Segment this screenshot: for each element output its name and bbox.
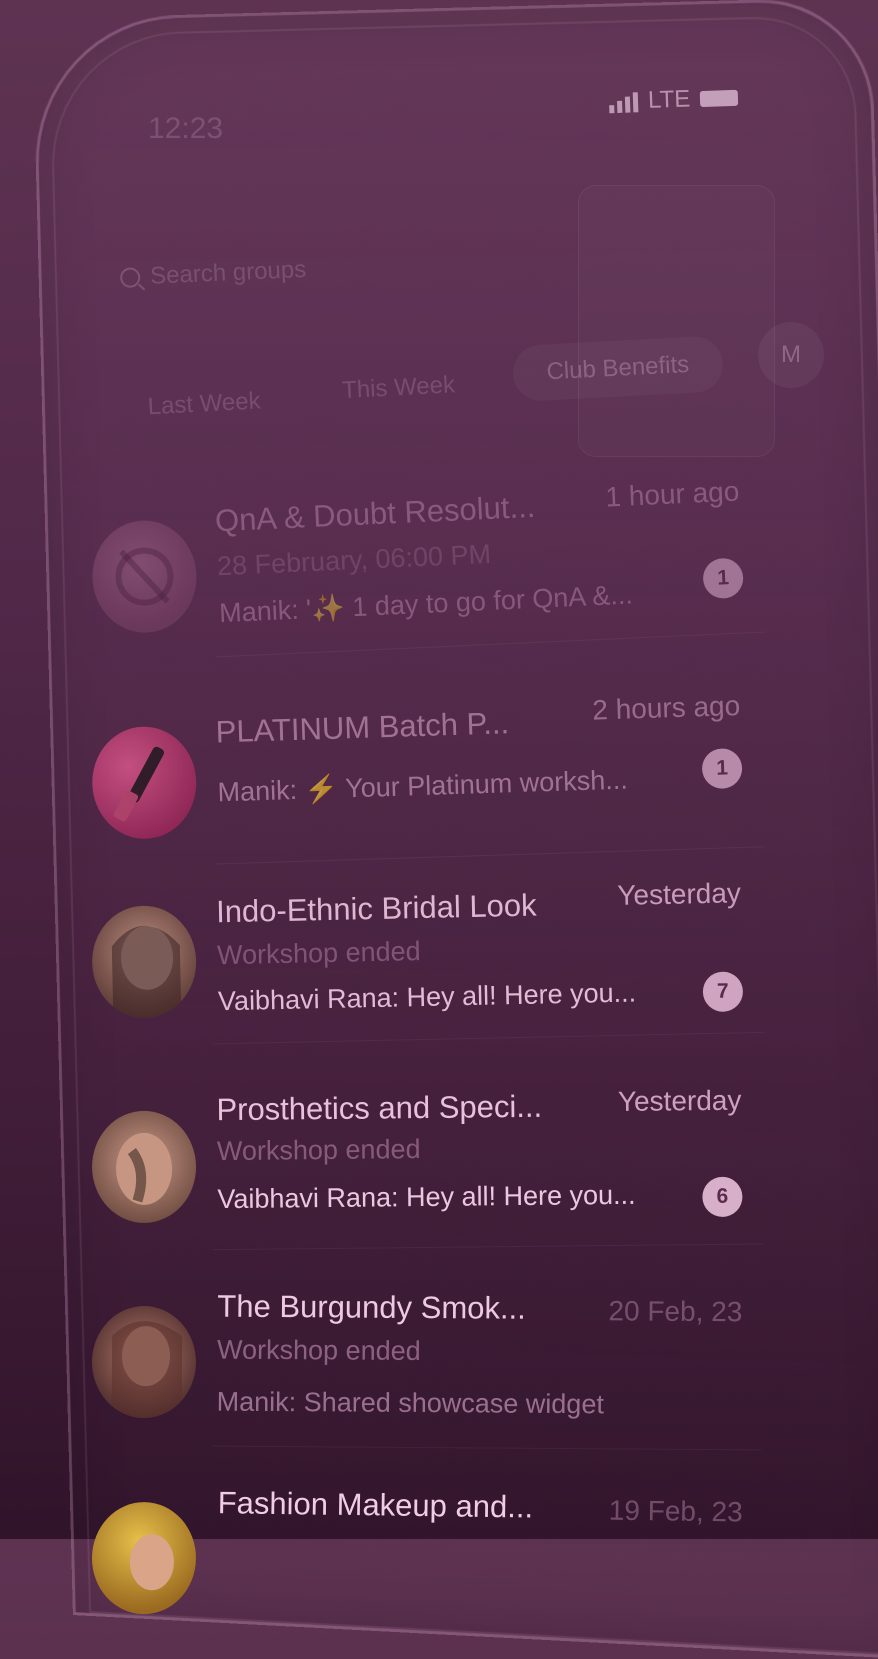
search-placeholder: Search groups — [149, 255, 307, 290]
makeup-brush-icon — [113, 746, 165, 822]
group-avatar — [91, 1501, 197, 1615]
chat-title: PLATINUM Batch P... — [215, 705, 510, 750]
chat-last-message: Vaibhavi Rana: Hey all! Here you... — [217, 1179, 636, 1215]
chat-time: Yesterday — [617, 877, 742, 911]
group-avatar — [90, 725, 198, 841]
tab-this-week[interactable]: This Week — [312, 356, 485, 421]
group-avatar — [90, 904, 198, 1019]
chat-last-message: Manik: '✨ 1 day to go for QnA &... — [218, 579, 634, 629]
chat-row[interactable]: The Burgundy Smok... 20 Feb, 23 Workshop… — [91, 1288, 753, 1433]
chat-title: Fashion Makeup and... — [217, 1485, 534, 1525]
chat-title: Indo-Ethnic Bridal Look — [215, 887, 537, 930]
chat-last-message: Vaibhavi Rana: Hey all! Here you... — [217, 977, 637, 1017]
chat-row[interactable]: QnA & Doubt Resolut... 1 hour ago 28 Feb… — [89, 475, 755, 645]
chat-time: Yesterday — [617, 1084, 742, 1117]
chat-row[interactable]: PLATINUM Batch P... 2 hours ago Manik: ⚡… — [90, 690, 754, 851]
chat-row[interactable]: Indo-Ethnic Bridal Look Yesterday Worksh… — [90, 875, 754, 1029]
bride-photo-icon — [111, 925, 182, 1019]
chat-time: 20 Feb, 23 — [608, 1295, 743, 1328]
profile-avatar[interactable]: M — [758, 322, 824, 388]
chat-time: 19 Feb, 23 — [608, 1494, 743, 1528]
group-avatar — [91, 1110, 197, 1224]
search-icon — [119, 267, 141, 289]
status-time: 12:23 — [148, 112, 224, 145]
chat-subtitle: 28 February, 06:00 PM — [216, 538, 492, 582]
chat-title: QnA & Doubt Resolut... — [214, 488, 536, 539]
prosthetics-photo-icon — [116, 1132, 173, 1205]
unread-badge: 6 — [702, 1176, 743, 1218]
unread-badge: 1 — [702, 557, 745, 600]
chat-time: 2 hours ago — [591, 689, 741, 726]
scissors-logo-icon — [115, 547, 174, 606]
chat-title: The Burgundy Smok... — [217, 1288, 526, 1326]
network-label: LTE — [647, 85, 691, 114]
chat-last-message: Manik: ⚡ Your Platinum worksh... — [217, 764, 629, 808]
status-bar-right: LTE — [608, 84, 739, 116]
fashion-photo-icon — [129, 1534, 174, 1591]
chat-subtitle: Workshop ended — [216, 1334, 421, 1366]
chat-row[interactable]: Fashion Makeup and... 19 Feb, 23 — [91, 1483, 753, 1632]
tab-club-benefits[interactable]: Club Benefits — [511, 335, 725, 403]
chat-time: 1 hour ago — [604, 475, 740, 513]
chat-last-message: Manik: Shared showcase widget — [216, 1386, 605, 1420]
unread-badge: 7 — [702, 971, 744, 1013]
unread-badge: 1 — [701, 747, 743, 790]
chat-subtitle: Workshop ended — [216, 936, 421, 971]
group-avatar — [89, 518, 199, 635]
chat-row[interactable]: Prosthetics and Speci... Yesterday Works… — [91, 1084, 752, 1234]
group-avatar — [91, 1305, 197, 1419]
chat-subtitle: Workshop ended — [216, 1134, 421, 1167]
tab-last-week[interactable]: Last Week — [118, 372, 291, 437]
battery-icon — [699, 89, 739, 108]
chat-title: Prosthetics and Speci... — [216, 1088, 543, 1128]
signal-icon — [608, 90, 639, 114]
smokey-eye-photo-icon — [111, 1321, 183, 1419]
